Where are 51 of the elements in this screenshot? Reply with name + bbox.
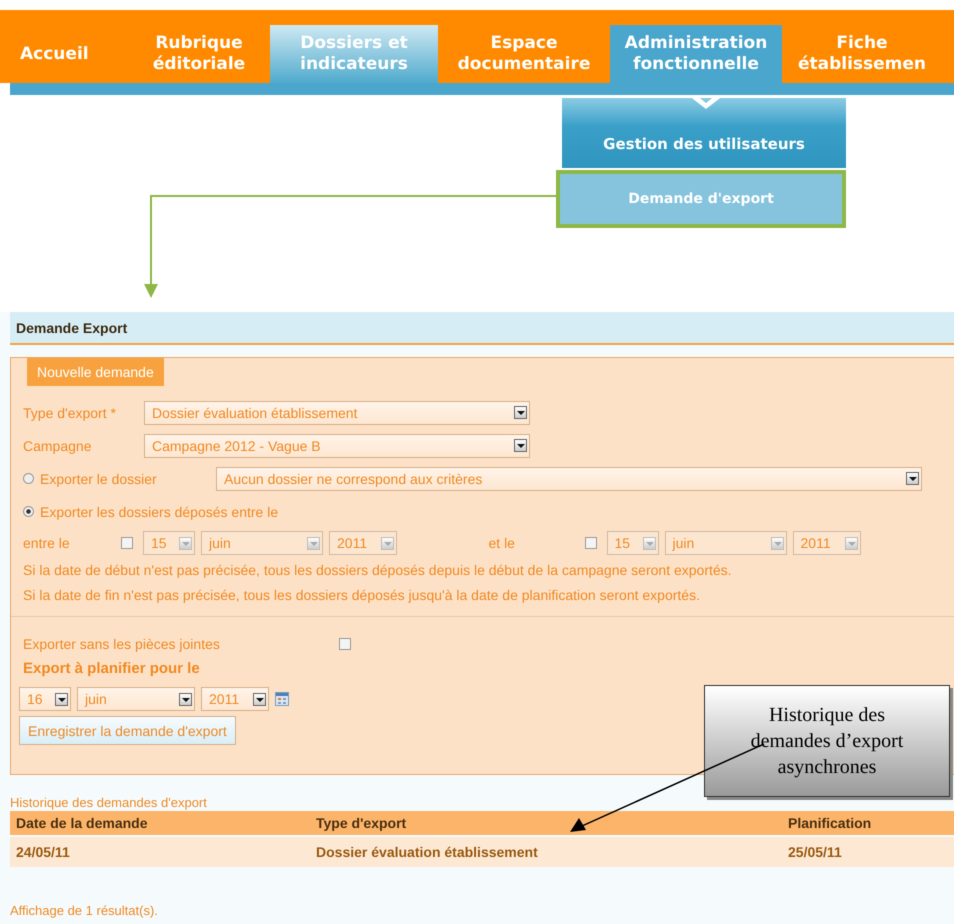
select-field[interactable]: 16 — [19, 687, 71, 711]
dropdown-icon — [514, 439, 527, 452]
dropdown-icon — [253, 692, 266, 706]
table-cell-text: Dossier évaluation établissement — [316, 844, 539, 860]
nav-tab[interactable]: Rubrique éditoriale — [128, 25, 270, 83]
hint-text: Si la date de fin n'est pas précisée, tous les dossiers déposés jusqu'à la date de planification seront exportés. — [23, 586, 701, 605]
dropdown-icon — [514, 406, 527, 419]
nav-tab[interactable]: Accueil — [10, 25, 128, 83]
select-field[interactable]: juin — [77, 687, 195, 711]
callout-text: Historique des demandes d’export asynchrones — [750, 703, 904, 780]
dropdown-icon — [179, 536, 192, 550]
table-cell-text: 24/05/11 — [15, 844, 71, 860]
section-title: Historique des demandes d'export — [10, 795, 208, 811]
field-label: Campagne — [23, 438, 92, 454]
calendar-icon[interactable] — [275, 692, 289, 706]
nav-tab[interactable]: Espace documentaire — [438, 25, 610, 83]
table-cell: 25/05/11 — [788, 844, 842, 860]
dropdown-icon — [307, 536, 320, 550]
panel-title: Demande Export — [16, 320, 128, 336]
submit-button[interactable]: Enregistrer la demande d'export — [19, 716, 236, 745]
field-label: et le — [488, 535, 516, 551]
checkbox[interactable] — [339, 638, 351, 650]
radio-button[interactable] — [23, 473, 34, 484]
nav-tab[interactable]: Administration fonctionnelle — [610, 25, 782, 83]
checkbox-label: Exporter sans les pièces jointes — [23, 636, 221, 652]
result-count: Affichage de 1 résultat(s). — [10, 903, 159, 918]
dropdown-icon — [844, 536, 858, 550]
select-field[interactable]: Campagne 2012 - Vague B — [144, 434, 530, 458]
field-label: Type d'export * — [23, 404, 117, 420]
dropdown-icon — [381, 536, 394, 550]
select-field[interactable]: Dossier évaluation établissement — [144, 400, 530, 424]
column-header: Date de la demande — [15, 815, 148, 831]
nav-tab[interactable]: Dossiers et indicateurs — [270, 25, 438, 83]
hint-text: Si la date de début n'est pas précisée, tous les dossiers déposés depuis le début de la campagne seront exportés. — [23, 561, 733, 580]
column-header: Type d'export — [316, 815, 408, 831]
submenu-item[interactable]: Gestion des utilisateurs — [562, 98, 846, 168]
radio-label: Exporter le dossier — [40, 470, 158, 486]
section-label: Export à planifier pour le — [23, 660, 201, 679]
field-label: entre le — [23, 535, 71, 551]
select-field[interactable]: Aucun dossier ne correspond aux critères — [216, 466, 922, 490]
select-field[interactable]: 2011 — [201, 687, 269, 711]
submenu-item[interactable]: Demande d'export — [556, 170, 846, 228]
radio-button[interactable] — [23, 506, 34, 517]
dropdown-icon — [55, 692, 68, 706]
dropdown-icon — [770, 536, 784, 550]
dropdown-icon — [906, 472, 919, 485]
dropdown-icon — [642, 536, 656, 550]
dropdown-icon — [179, 692, 192, 706]
column-header: Planification — [788, 815, 872, 831]
radio-label: Exporter les dossiers déposés entre le — [40, 504, 278, 520]
nav-tab[interactable]: Fiche établissemen — [782, 25, 942, 83]
